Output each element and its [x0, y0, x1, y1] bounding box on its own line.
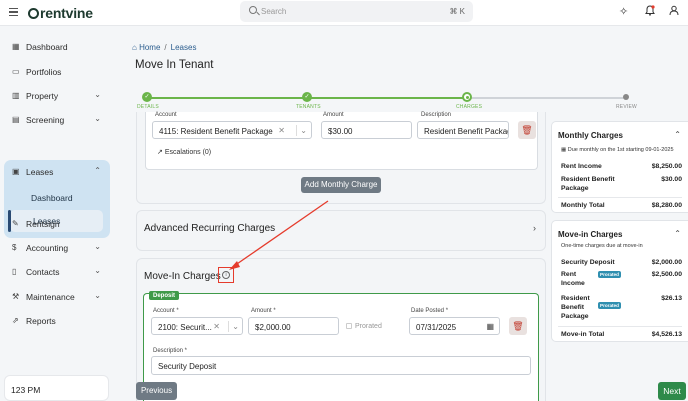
- summary-row-value: $26.13: [661, 295, 682, 302]
- chevron-up-icon[interactable]: ⌃: [674, 130, 681, 139]
- move-in-charges-summary: Move-in Charges ⌃ One-time charges due a…: [551, 220, 688, 342]
- summary-row-value: $2,000.00: [651, 259, 682, 266]
- monthly-due-note: ▦ Due monthly on the 1st starting 09-01-…: [561, 147, 674, 153]
- move-in-note: One-time charges due at move-in: [561, 243, 643, 249]
- previous-button[interactable]: Previous: [136, 382, 177, 400]
- summary-row-label: Rent Income: [561, 163, 602, 170]
- summary-row-label: Rent Income: [561, 271, 585, 287]
- monthly-charges-summary: Monthly Charges ⌃ ▦ Due monthly on the 1…: [551, 121, 688, 213]
- prorated-badge: Prorated: [598, 302, 621, 310]
- chevron-up-icon[interactable]: ⌃: [674, 229, 681, 238]
- divider: [558, 326, 682, 327]
- summary-total-value: $4,526.13: [651, 331, 682, 338]
- summary-total-value: $8,280.00: [651, 202, 682, 209]
- monthly-due-text: Due monthly on the 1st starting 09-01-20…: [567, 147, 674, 153]
- summary-row-value: $30.00: [661, 176, 682, 183]
- summary-row-value: $8,250.00: [651, 163, 682, 170]
- summary-row-value: $2,500.00: [651, 271, 682, 278]
- prorated-badge: Prorated: [598, 271, 621, 279]
- move-in-summary-title: Move-in Charges: [558, 230, 623, 239]
- summary-row-label: Security Deposit: [561, 259, 615, 266]
- summary-row-label: Resident Benefit Package: [561, 295, 590, 320]
- calendar-icon: ▦: [561, 147, 567, 153]
- summary-total-label: Move-in Total: [561, 331, 605, 338]
- summary-total-label: Monthly Total: [561, 202, 605, 209]
- summary-row-label: Resident Benefit Package: [561, 176, 615, 192]
- divider: [558, 197, 682, 198]
- monthly-charges-summary-title: Monthly Charges: [558, 131, 623, 140]
- next-button[interactable]: Next: [658, 382, 686, 400]
